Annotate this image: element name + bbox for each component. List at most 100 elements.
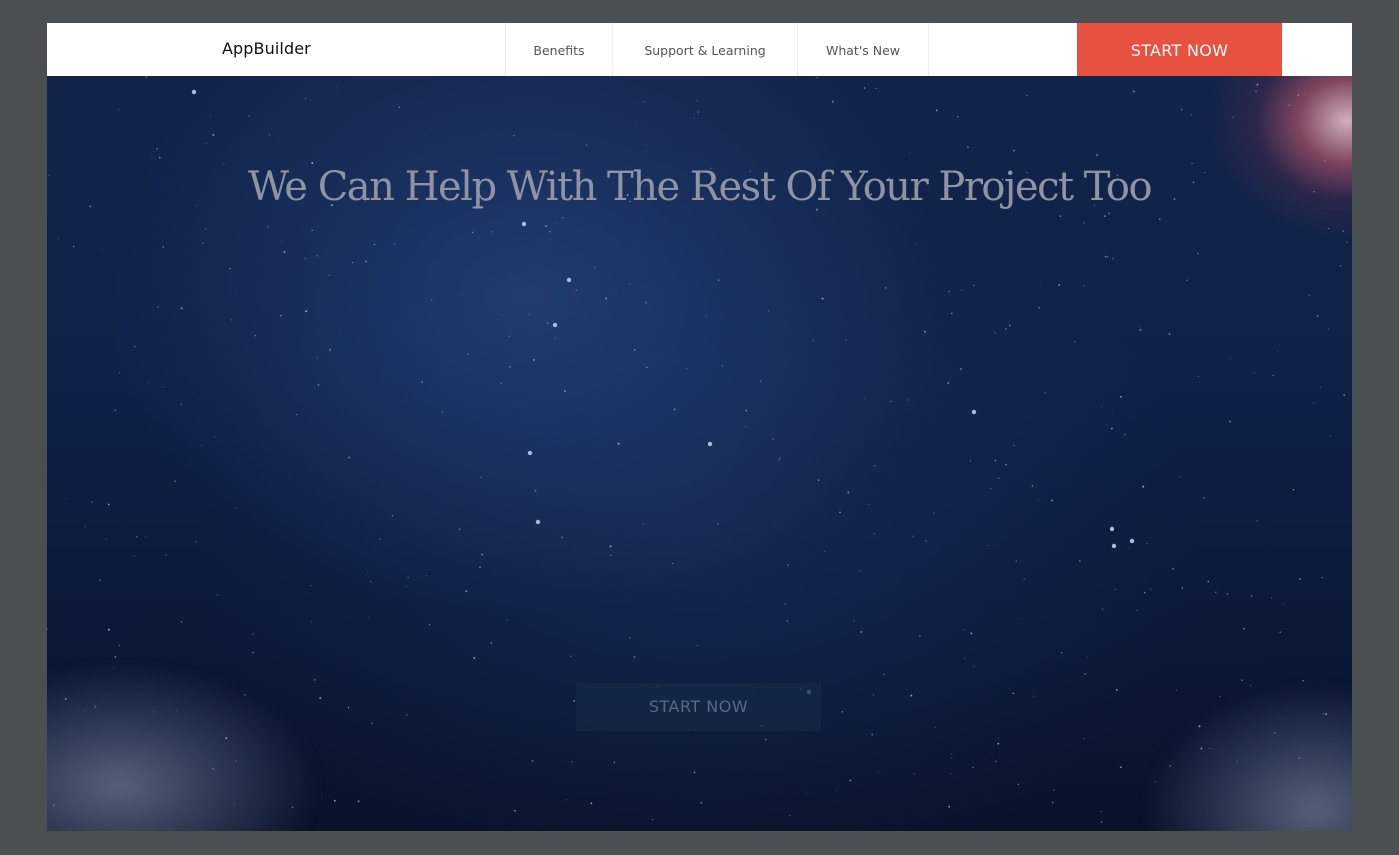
star <box>316 254 319 257</box>
star <box>114 656 117 658</box>
star <box>1051 801 1054 804</box>
star <box>162 386 164 388</box>
star <box>368 616 370 619</box>
star <box>280 240 282 242</box>
star <box>882 673 885 676</box>
star <box>1123 433 1126 436</box>
star <box>528 313 530 315</box>
star <box>151 157 153 159</box>
star <box>114 409 116 412</box>
star <box>697 111 700 113</box>
star <box>460 294 462 296</box>
star <box>1083 738 1085 740</box>
star <box>784 603 787 605</box>
star <box>310 585 312 587</box>
star <box>1120 395 1122 398</box>
star <box>373 243 376 246</box>
star <box>134 345 136 348</box>
star <box>1271 597 1272 599</box>
star <box>613 761 616 764</box>
bright-star <box>1129 538 1135 544</box>
star <box>1186 279 1189 282</box>
star <box>617 442 620 445</box>
star <box>929 227 930 229</box>
nav-link-whats-new[interactable]: What's New <box>798 23 929 76</box>
star <box>165 554 167 556</box>
star <box>99 579 102 582</box>
start-now-hero-button[interactable]: START NOW <box>576 683 821 731</box>
star <box>994 459 997 462</box>
star <box>118 644 120 647</box>
star <box>1172 567 1174 570</box>
star <box>859 570 861 572</box>
star <box>118 109 120 110</box>
star <box>534 489 537 492</box>
star <box>907 399 909 401</box>
star <box>693 771 696 774</box>
star <box>351 261 354 264</box>
star <box>311 229 313 232</box>
star <box>506 619 508 621</box>
page-frame: AppBuilder Benefits Support & Learning W… <box>47 23 1352 831</box>
star <box>973 665 975 667</box>
star <box>157 306 159 308</box>
star <box>1323 160 1326 162</box>
star <box>1243 627 1245 630</box>
star <box>1031 485 1034 487</box>
star <box>1100 811 1102 813</box>
star <box>1297 94 1300 96</box>
star <box>458 528 461 530</box>
star <box>1179 476 1181 478</box>
top-navbar: AppBuilder Benefits Support & Learning W… <box>47 23 1352 76</box>
star <box>428 624 431 626</box>
star <box>717 523 719 525</box>
star <box>335 87 337 89</box>
star <box>1279 631 1281 633</box>
star <box>479 566 481 568</box>
star <box>1139 329 1142 331</box>
nav-link-support-learning[interactable]: Support & Learning <box>613 23 798 76</box>
star <box>672 562 674 565</box>
star <box>481 553 484 556</box>
star <box>480 476 482 479</box>
star <box>957 115 959 118</box>
star <box>467 353 469 355</box>
star <box>1033 695 1035 697</box>
star <box>948 290 951 293</box>
bright-star <box>1109 526 1115 532</box>
star <box>1084 673 1086 675</box>
star <box>235 507 237 509</box>
star <box>1115 689 1118 691</box>
star <box>1104 215 1106 218</box>
star <box>1102 608 1104 610</box>
star <box>821 297 824 300</box>
brand-logo[interactable]: AppBuilder <box>222 23 311 76</box>
star <box>987 545 989 547</box>
star <box>1316 315 1319 317</box>
star <box>964 658 966 660</box>
start-now-header-button[interactable]: START NOW <box>1077 23 1282 76</box>
star <box>875 87 878 90</box>
star <box>441 411 444 414</box>
star <box>471 231 474 234</box>
star <box>573 700 576 702</box>
star <box>574 549 576 551</box>
star <box>1013 444 1016 447</box>
star <box>590 802 593 805</box>
star <box>1015 560 1017 562</box>
star <box>1343 394 1345 396</box>
star <box>565 799 567 801</box>
nav-link-benefits[interactable]: Benefits <box>506 23 613 76</box>
star <box>1190 114 1192 116</box>
star <box>998 738 1000 740</box>
star <box>1288 104 1290 106</box>
star <box>1100 821 1103 823</box>
star <box>1008 324 1011 327</box>
star <box>745 409 748 412</box>
star <box>554 337 556 339</box>
nav-links: Benefits Support & Learning What's New <box>505 23 929 76</box>
star <box>1342 230 1345 232</box>
star <box>890 400 892 403</box>
star <box>1128 547 1130 549</box>
star <box>839 511 841 514</box>
